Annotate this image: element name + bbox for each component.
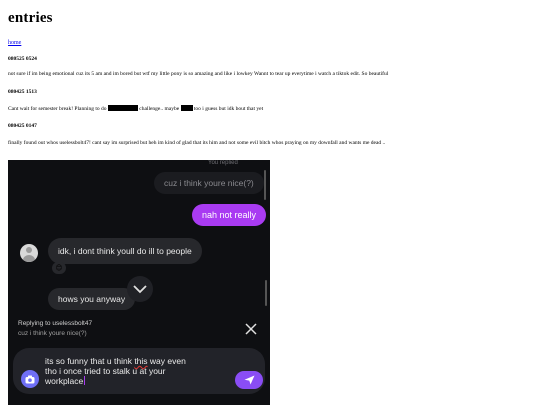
replying-quote: cuz i think youre nice(?) [18,330,87,337]
composer-line: its so funny that u think this way even [45,356,225,366]
avatar[interactable] [20,244,38,262]
entry-date: 080425 0147 [8,123,37,129]
send-button[interactable] [235,371,263,389]
scrollbar[interactable] [265,280,267,306]
entry-date: 080425 1513 [8,89,37,95]
entry-text-part: Cant wait for semester break! Planning t… [8,106,107,112]
entry-text: not sure if im being emotional cuz its 5… [8,71,389,77]
message-bubble: idk, i dont think youll do ill to people [48,238,202,264]
entry-text: Cant wait for semester break! Planning t… [8,105,263,113]
message-bubble: hows you anyway [48,288,136,310]
entry-date: 080525 0524 [8,56,37,62]
emoji-reaction[interactable]: 😊 [52,262,66,274]
misspelled-word: this [134,356,148,366]
close-icon[interactable] [244,322,258,336]
scrollbar[interactable] [264,170,266,200]
composer-line: workplace [45,376,225,386]
chevron-down-icon[interactable] [127,276,153,302]
camera-icon[interactable] [21,370,39,388]
redaction-bar [107,105,138,111]
composer-text: way even [147,356,186,366]
composer-text: workplace [45,376,84,386]
entry-text-part: too i guess but idk bout that yet [193,106,264,112]
chat-screenshot: You replied cuz i think youre nice(?) na… [8,160,270,405]
page-title: entries [8,10,53,26]
home-link[interactable]: home [8,40,21,46]
message-bubble: cuz i think youre nice(?) [154,172,264,194]
replying-to-label: Replying to uselessbolt47 [18,320,93,327]
message-composer[interactable]: its so funny that u think this way even … [13,348,265,394]
text-caret [84,376,86,385]
you-replied-label: You replied [208,160,238,166]
composer-line: tho i once tried to stalk u at your [45,366,166,376]
send-icon [244,375,254,385]
entry-text-part: challenge.. maybe [139,106,180,112]
message-input[interactable]: its so funny that u think this way even … [45,356,225,386]
message-bubble: nah not really [192,204,267,226]
composer-text: its so funny that u think [45,356,135,366]
entry-text: finally found out whos uselessbolt47! ca… [8,140,386,146]
redaction-bar [180,105,193,111]
